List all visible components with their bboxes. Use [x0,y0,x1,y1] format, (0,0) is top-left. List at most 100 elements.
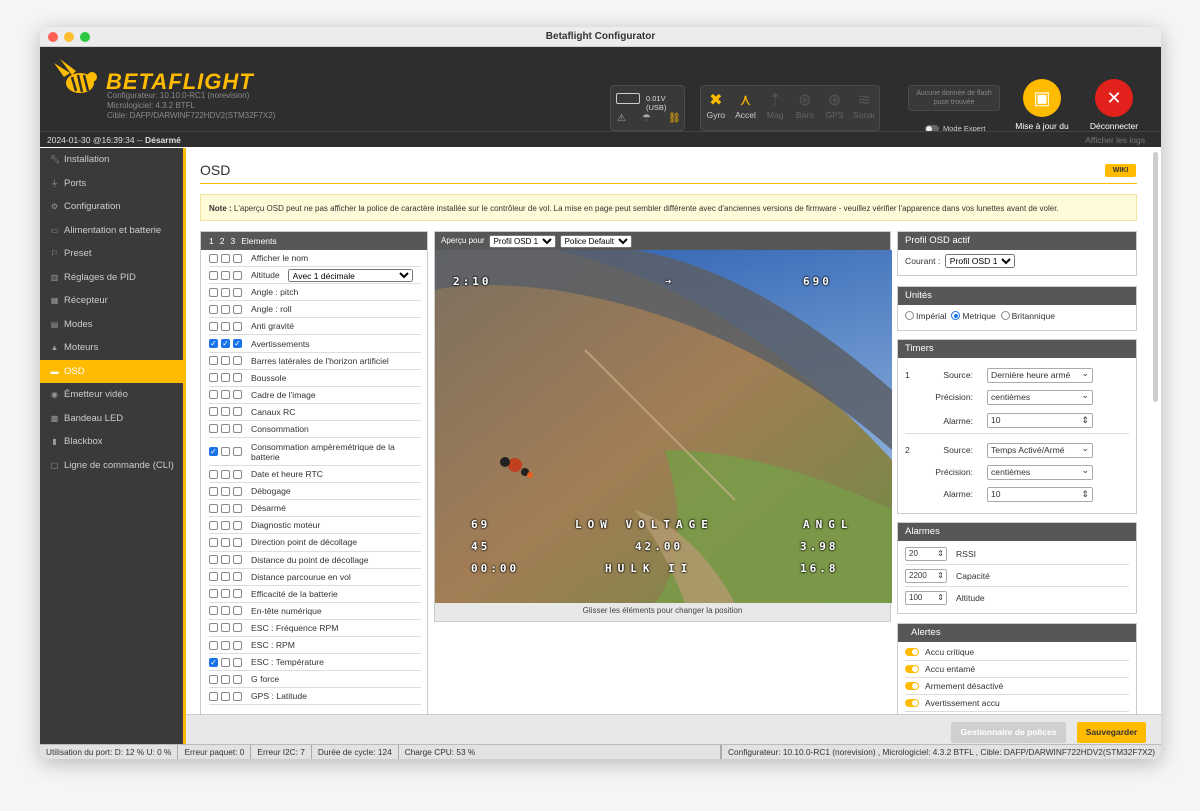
profile-3-checkbox[interactable] [233,390,242,400]
sidebar-item-blackbox[interactable]: ▮ Blackbox [40,430,183,454]
main-scrollbar[interactable] [1153,152,1158,402]
osd-esc-temp[interactable]: 45 [471,540,490,553]
profile-2-checkbox[interactable] [221,606,230,616]
profile-2-checkbox[interactable] [221,537,230,547]
profile-3-checkbox[interactable] [233,321,242,331]
profile-3-header[interactable]: 3 [230,236,235,246]
profile-2-checkbox[interactable] [221,424,230,434]
sidebar-item-pid[interactable]: ▥ Réglages de PID [40,266,183,290]
profile-2-checkbox[interactable] [221,407,230,417]
profile-3-checkbox[interactable] [233,486,242,496]
profile-1-checkbox[interactable] [209,555,218,565]
sidebar-item-vtx[interactable]: ◉ Émetteur vidéo [40,383,183,407]
profile-3-checkbox[interactable] [233,555,242,565]
profile-3-checkbox[interactable] [233,691,242,701]
profile-3-checkbox[interactable] [233,287,242,297]
profile-2-checkbox[interactable] [221,520,230,530]
profile-2-checkbox[interactable] [221,287,230,297]
osd-heading-arrow[interactable]: ➔ [665,275,675,288]
alert-item[interactable]: Armement désactivé [905,678,1129,695]
profile-2-checkbox[interactable] [221,503,230,513]
alert-toggle[interactable] [905,699,919,707]
profile-3-checkbox[interactable] [233,447,242,457]
sidebar-item-installation[interactable]: 🔧︎ Installation [40,148,183,172]
sidebar-item-configuration[interactable]: ⚙ Configuration [40,195,183,219]
osd-timer[interactable]: 2:10 [453,275,492,288]
profile-3-checkbox[interactable] [233,424,242,434]
profile-1-checkbox[interactable] [209,469,218,479]
profile-3-checkbox[interactable] [233,640,242,650]
sidebar-item-osd[interactable]: ▬ OSD [40,359,183,383]
profile-1-checkbox[interactable] [209,520,218,530]
profile-3-checkbox[interactable] [233,503,242,513]
profile-2-checkbox[interactable] [221,589,230,599]
osd-angl-mode[interactable]: ANGL [803,518,854,531]
sidebar-item-modes[interactable]: ▤ Modes [40,313,183,337]
timer-1-source-select[interactable]: Dernière heure armé [987,367,1093,383]
wiki-button[interactable]: WIKI [1105,164,1136,177]
profile-2-checkbox[interactable] [221,253,230,263]
profile-1-checkbox[interactable] [209,270,218,280]
profile-3-checkbox[interactable] [233,356,242,366]
minimize-window-button[interactable] [64,32,74,42]
profile-3-checkbox[interactable]: ✓ [233,339,242,349]
profile-2-checkbox[interactable] [221,691,230,701]
profile-2-checkbox[interactable] [221,390,230,400]
alert-toggle[interactable] [905,682,919,690]
alert-item[interactable]: Accu entamé [905,661,1129,678]
profile-3-checkbox[interactable] [233,537,242,547]
zoom-window-button[interactable] [80,32,90,42]
profile-1-checkbox[interactable] [209,589,218,599]
sidebar-item-receiver[interactable]: ▦ Récepteur [40,289,183,313]
profile-2-checkbox[interactable] [221,373,230,383]
preview-font-select[interactable]: Police Default [559,234,632,248]
alert-item[interactable]: Avertissement accu [905,695,1129,712]
profile-3-checkbox[interactable] [233,657,242,667]
profile-1-checkbox[interactable]: ✓ [209,339,218,349]
timer-1-alarm-input[interactable]: 10 [987,413,1093,428]
profile-1-checkbox[interactable]: ✓ [209,657,218,667]
profile-1-checkbox[interactable] [209,572,218,582]
profile-2-header[interactable]: 2 [220,236,225,246]
profile-1-checkbox[interactable] [209,356,218,366]
profile-2-checkbox[interactable] [221,447,230,457]
osd-battery-voltage[interactable]: 16.8 [800,562,839,575]
profile-1-checkbox[interactable]: ✓ [209,447,218,457]
profile-1-checkbox[interactable] [209,606,218,616]
font-manager-button[interactable]: Gestionnaire de polices [951,722,1066,743]
profile-1-checkbox[interactable] [209,253,218,263]
profile-1-checkbox[interactable] [209,537,218,547]
osd-main-voltage[interactable]: 42.00 [635,540,683,553]
profile-3-checkbox[interactable] [233,469,242,479]
profile-1-checkbox[interactable] [209,623,218,633]
profile-3-checkbox[interactable] [233,674,242,684]
sidebar-item-cli[interactable]: ▢ Ligne de commande (CLI) [40,454,183,478]
profile-3-checkbox[interactable] [233,373,242,383]
alert-item[interactable]: Accu critique [905,644,1129,661]
profile-2-checkbox[interactable] [221,469,230,479]
timer-2-source-select[interactable]: Temps Activé/Armé [987,442,1093,458]
profile-1-checkbox[interactable] [209,304,218,314]
profile-3-checkbox[interactable] [233,623,242,633]
profile-2-checkbox[interactable]: ✓ [221,339,230,349]
osd-fly-time[interactable]: 00:00 [471,562,519,575]
unit-british-radio[interactable] [1000,311,1010,320]
profile-3-checkbox[interactable] [233,520,242,530]
profile-1-checkbox[interactable] [209,373,218,383]
profile-2-checkbox[interactable] [221,486,230,496]
profile-2-checkbox[interactable] [221,356,230,366]
profile-1-header[interactable]: 1 [209,236,214,246]
alarm-rssi-input[interactable]: 20 [905,546,947,561]
show-logs-link[interactable]: Afficher les logs [1085,132,1145,148]
unit-imperial-radio[interactable] [905,311,914,320]
profile-2-checkbox[interactable] [221,640,230,650]
profile-3-checkbox[interactable] [233,253,242,263]
profile-1-checkbox[interactable] [209,674,218,684]
sidebar-item-motors[interactable]: ▲ Moteurs [40,336,183,360]
osd-element-variant-select[interactable]: Avec 1 décimale [287,268,413,282]
profile-2-checkbox[interactable] [221,555,230,565]
osd-craft-name[interactable]: HULK II [605,562,693,575]
profile-2-checkbox[interactable] [221,623,230,633]
close-window-button[interactable] [48,32,58,42]
profile-2-checkbox[interactable] [221,321,230,331]
